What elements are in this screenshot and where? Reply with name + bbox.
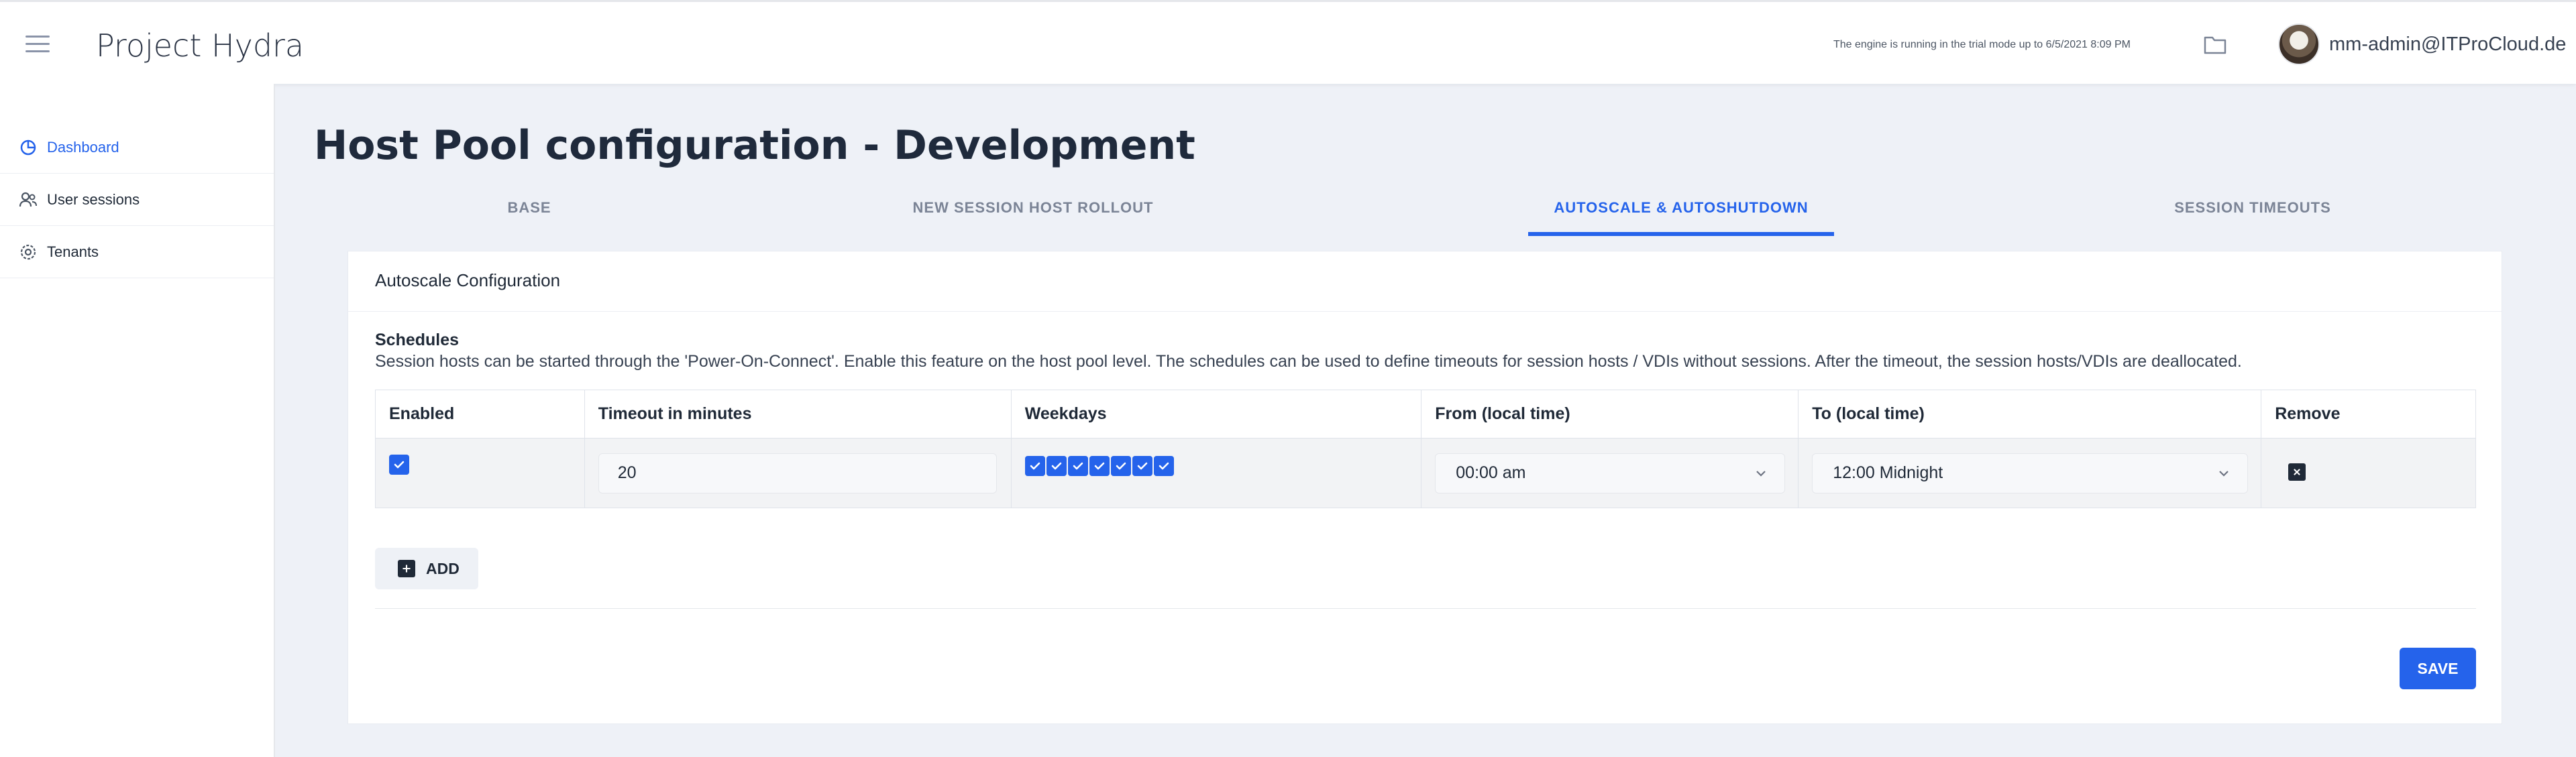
from-time-select[interactable]: 00:00 am	[1435, 453, 1786, 493]
card-header: Autoscale Configuration	[348, 251, 2502, 312]
sidebar-item-tenants[interactable]: Tenants	[0, 226, 274, 278]
table-row: 00:00 am 12:00 Midnight	[375, 438, 2476, 508]
from-time-value: 00:00 am	[1456, 463, 1526, 482]
table-header-row: Enabled Timeout in minutes Weekdays From…	[375, 390, 2476, 439]
sidebar-item-dashboard[interactable]: Dashboard	[0, 121, 274, 174]
to-time-cell: 12:00 Midnight	[1798, 438, 2262, 508]
chevron-down-icon	[2216, 466, 2231, 481]
column-header: Timeout in minutes	[584, 390, 1012, 439]
tab-bar: BASE NEW SESSION HOST ROLLOUT AUTOSCALE …	[314, 188, 2501, 236]
schedules-table: Enabled Timeout in minutes Weekdays From…	[375, 390, 2476, 508]
enabled-cell	[375, 438, 585, 508]
sidebar-item-label: Dashboard	[47, 138, 119, 156]
tab-base[interactable]: BASE	[314, 188, 745, 236]
to-time-value: 12:00 Midnight	[1833, 463, 1943, 482]
section-title: Schedules	[375, 331, 460, 349]
tab-autoscale-autoshutdown[interactable]: AUTOSCALE & AUTOSHUTDOWN	[1528, 188, 1834, 236]
weekday-checkbox[interactable]	[1046, 455, 1067, 476]
save-button[interactable]: SAVE	[2400, 648, 2476, 689]
timeout-input[interactable]	[598, 453, 997, 493]
avatar[interactable]	[2278, 23, 2320, 65]
trial-notice: The engine is running in the trial mode …	[1833, 39, 2131, 50]
gear-icon	[19, 243, 38, 261]
sidebar-item-label: User sessions	[47, 190, 140, 208]
column-header: Weekdays	[1010, 390, 1422, 439]
tab-session-timeouts[interactable]: SESSION TIMEOUTS	[2139, 188, 2367, 236]
weekdays-cell	[1010, 438, 1422, 508]
from-time-cell: 00:00 am	[1421, 438, 1799, 508]
users-icon	[19, 190, 38, 209]
enabled-checkbox[interactable]	[389, 454, 409, 475]
top-header: Project Hydra The engine is running in t…	[0, 0, 2576, 84]
remove-row-button[interactable]	[2288, 463, 2306, 481]
chevron-down-icon	[1754, 466, 1768, 481]
pie-chart-icon	[19, 138, 38, 157]
weekday-checkbox[interactable]	[1024, 455, 1045, 476]
close-icon	[2294, 469, 2301, 475]
section-description: Session hosts can be started through the…	[375, 352, 2242, 371]
folder-icon[interactable]	[2204, 34, 2226, 54]
menu-icon[interactable]	[25, 36, 50, 53]
weekday-checkbox-group	[1024, 455, 1174, 476]
timeout-cell	[584, 438, 1012, 508]
weekday-checkbox[interactable]	[1153, 455, 1174, 476]
sidebar: Dashboard User sessions Tenants	[0, 84, 275, 757]
column-header: To (local time)	[1798, 390, 2262, 439]
column-header: Enabled	[375, 390, 585, 439]
tab-new-session-host-rollout[interactable]: NEW SESSION HOST ROLLOUT	[896, 188, 1171, 236]
to-time-select[interactable]: 12:00 Midnight	[1812, 453, 2249, 493]
weekday-checkbox[interactable]	[1110, 455, 1131, 476]
add-schedule-button[interactable]: ADD	[375, 548, 478, 589]
column-header: From (local time)	[1421, 390, 1799, 439]
plus-icon	[398, 560, 415, 577]
weekday-checkbox[interactable]	[1132, 455, 1152, 476]
page-title: Host Pool configuration - Development	[314, 122, 1195, 169]
column-header: Remove	[2261, 390, 2476, 439]
autoscale-card: Autoscale Configuration Schedules Sessio…	[347, 251, 2502, 724]
user-email[interactable]: mm-admin@ITProCloud.de	[2329, 34, 2566, 56]
app-title: Project Hydra	[96, 27, 305, 64]
divider	[375, 608, 2476, 609]
weekday-checkbox[interactable]	[1089, 455, 1110, 476]
sidebar-item-label: Tenants	[47, 243, 99, 260]
remove-cell	[2261, 438, 2476, 508]
sidebar-item-user-sessions[interactable]: User sessions	[0, 174, 274, 226]
card-title: Autoscale Configuration	[375, 270, 561, 290]
add-button-label: ADD	[426, 560, 460, 577]
weekday-checkbox[interactable]	[1067, 455, 1088, 476]
